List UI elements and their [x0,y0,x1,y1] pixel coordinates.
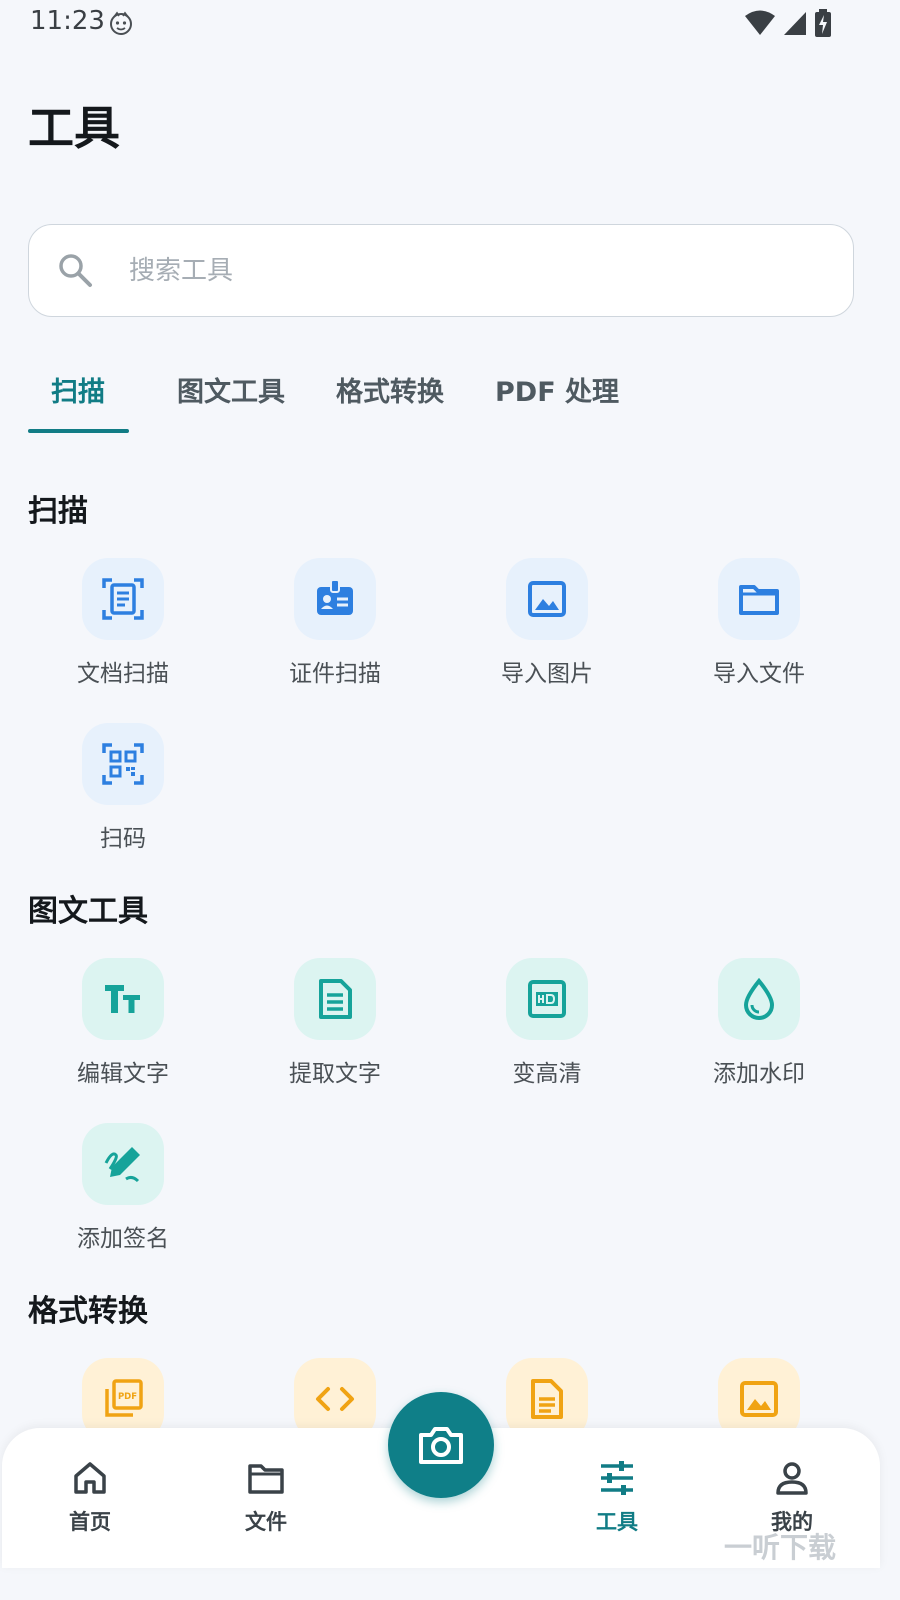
tool-enhance-hd[interactable]: 变高清 [457,958,637,1098]
document-scan-icon [102,578,144,620]
image-icon-container [506,558,588,640]
nav-label: 文件 [245,1510,287,1534]
tool-label: 证件扫描 [289,661,381,687]
section-title-format: 格式转换 [28,1294,148,1329]
notification-face-icon [110,11,132,35]
status-bar: 11:23 [0,0,882,48]
page-title: 工具 [28,101,120,155]
nav-label: 首页 [69,1510,111,1534]
search-icon [59,254,92,287]
nav-tools[interactable]: 工具 [557,1458,677,1548]
signature-icon [104,1147,140,1183]
folder-icon-container [718,558,800,640]
tool-label: 导入图片 [501,661,593,687]
section-title-scan: 扫描 [28,494,88,529]
tab-image-text-tools[interactable]: 图文工具 [177,370,285,430]
qr-code-icon [102,743,144,785]
hd-icon-container [506,958,588,1040]
tool-label: 变高清 [512,1061,582,1087]
search-box[interactable] [28,224,854,317]
pdf-stack-icon: PDF [105,1379,143,1417]
tool-edit-text[interactable]: 编辑文字 [33,958,213,1098]
document-scan-icon-container [82,558,164,640]
code-icon [316,1387,354,1411]
tab-format-conversion[interactable]: 格式转换 [336,370,444,430]
tool-extract-text[interactable]: 提取文字 [245,958,425,1098]
person-icon [776,1462,808,1495]
image-icon [740,1381,778,1417]
text-size-icon [105,985,140,1013]
tool-qr-scan[interactable]: 扫码 [33,723,213,863]
signature-icon-container [82,1123,164,1205]
wifi-icon [745,10,775,35]
tab-scan[interactable]: 扫描 [51,370,105,430]
category-tabs: 扫描 图文工具 格式转换 PDF 处理 [28,370,854,436]
tool-id-card-scan[interactable]: 证件扫描 [245,558,425,698]
tool-label: 提取文字 [289,1061,381,1087]
text-size-icon-container [82,958,164,1040]
water-drop-icon-container [718,958,800,1040]
svg-text:PDF: PDF [118,1392,137,1402]
tool-add-watermark[interactable]: 添加水印 [669,958,849,1098]
tool-document-scan[interactable]: 文档扫描 [33,558,213,698]
folder-icon [739,585,779,615]
search-input[interactable] [129,243,809,299]
status-time: 11:23 [30,6,105,36]
tool-label: 编辑文字 [77,1061,169,1087]
document-icon [531,1379,563,1419]
watermark-text: 一听下载 [724,1531,837,1564]
hd-icon [528,980,566,1018]
battery-charging-icon [815,9,831,37]
sliders-icon [601,1461,633,1495]
tool-label: 文档扫描 [77,661,169,687]
camera-button[interactable] [388,1392,494,1498]
id-card-icon [317,579,353,615]
tool-import-file[interactable]: 导入文件 [669,558,849,698]
tool-label: 添加水印 [713,1061,805,1087]
tool-label: 扫码 [100,826,146,852]
signal-icon [784,12,806,35]
status-icons [744,8,832,38]
folder-icon [248,1464,284,1494]
text-document-icon [319,979,352,1019]
tab-pdf-processing[interactable]: PDF 处理 [495,370,619,430]
tab-indicator [28,429,129,433]
section-title-image-text: 图文工具 [28,894,148,929]
nav-label: 工具 [596,1510,638,1534]
tool-label: 导入文件 [713,661,805,687]
nav-home[interactable]: 首页 [30,1458,150,1548]
camera-icon [419,1427,463,1464]
tool-label: 添加签名 [77,1226,169,1252]
text-document-icon-container [294,958,376,1040]
water-drop-icon [743,978,775,1020]
home-icon [74,1462,106,1494]
tool-add-signature[interactable]: 添加签名 [33,1123,213,1263]
tool-import-image[interactable]: 导入图片 [457,558,637,698]
image-icon [528,581,566,617]
nav-files[interactable]: 文件 [206,1458,326,1548]
id-card-icon-container [294,558,376,640]
qr-code-icon-container [82,723,164,805]
